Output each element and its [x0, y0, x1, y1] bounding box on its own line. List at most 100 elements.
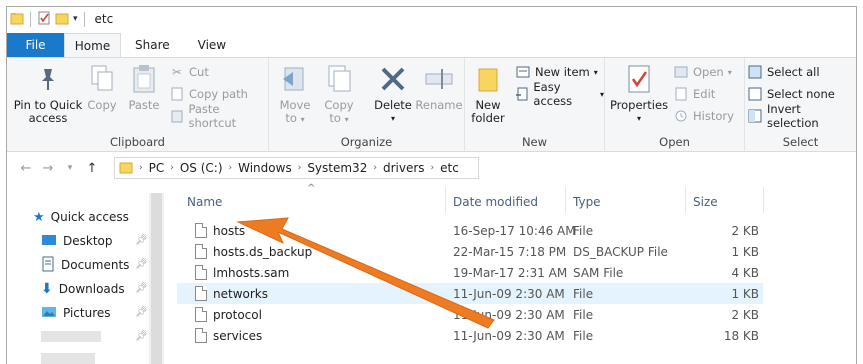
copy-label: Copy — [87, 98, 117, 112]
nav-scroll-thumb[interactable] — [151, 193, 162, 364]
select-all-label: Select all — [767, 65, 820, 79]
nav-pictures[interactable]: Pictures — [41, 303, 111, 323]
nav-scrollbar[interactable] — [149, 193, 164, 364]
table-row[interactable]: services 11-Jun-09 2:30 AM File 18 KB — [177, 325, 763, 346]
file-icon — [195, 286, 207, 301]
breadcrumb-system32[interactable]: System32 — [307, 161, 367, 175]
pin-to-quick-access-button[interactable]: Pin to Quick access — [13, 62, 83, 125]
new-item-button[interactable]: New item ▾ — [515, 62, 598, 82]
paste-shortcut-button[interactable]: Paste shortcut — [169, 102, 268, 130]
select-none-icon — [747, 86, 763, 102]
open-group: Properties ▾ Open ▾ Edit History Open — [605, 58, 745, 151]
back-arrow-icon[interactable]: ← — [15, 161, 37, 176]
properties-quick-icon[interactable] — [37, 11, 51, 28]
table-row[interactable]: hosts.ds_backup 22-Mar-15 7:18 PM DS_BAC… — [177, 241, 763, 262]
clipboard-group-label: Clipboard — [110, 135, 165, 149]
nav-desktop[interactable]: Desktop — [41, 231, 113, 251]
nav-downloads-label: Downloads — [58, 282, 125, 296]
invert-selection-label: Invert selection — [766, 102, 819, 130]
navigation-pane: ★ Quick access Desktop 📌︎ Documents 📌︎ ⬇… — [7, 183, 167, 364]
up-arrow-icon[interactable]: ↑ — [81, 161, 103, 176]
customize-quick-access-icon[interactable]: ▾ — [73, 14, 78, 24]
new-group: New folder New item ▾ Easy access ▾ New — [465, 58, 605, 151]
copy-to-icon — [322, 62, 356, 96]
file-size: 1 KB — [731, 244, 759, 259]
table-row[interactable]: networks 11-Jun-09 2:30 AM File 1 KB — [177, 283, 763, 304]
properties-label: Properties — [609, 98, 669, 112]
file-size: 2 KB — [731, 223, 759, 238]
copy-icon — [85, 62, 119, 96]
properties-button[interactable]: Properties ▾ — [609, 62, 669, 125]
pin-icon[interactable]: 📌︎ — [135, 331, 148, 342]
tab-view[interactable]: View — [184, 33, 240, 57]
table-row[interactable]: hosts 16-Sep-17 10:46 AM File 2 KB — [177, 220, 763, 241]
cut-label: Cut — [189, 65, 209, 79]
breadcrumb-folder-icon — [119, 160, 133, 177]
file-list: ^ Name Date modified Type Size hosts 16-… — [177, 183, 856, 364]
delete-label: Delete — [374, 98, 412, 112]
file-name: protocol — [213, 307, 262, 322]
tab-file[interactable]: File — [7, 33, 64, 57]
copy-to-label-2: to — [329, 111, 341, 125]
cut-button[interactable]: ✂ Cut — [169, 62, 209, 82]
table-row[interactable]: protocol 11-Jun-09 2:30 AM File 2 KB — [177, 304, 763, 325]
pin-icon[interactable]: 📌︎ — [135, 283, 148, 294]
breadcrumb-drivers[interactable]: drivers — [383, 161, 425, 175]
recent-chevron-down-icon[interactable]: ▾ — [59, 163, 81, 173]
easy-access-button[interactable]: Easy access ▾ — [515, 80, 604, 108]
breadcrumb-os-c[interactable]: OS (C:) — [180, 161, 223, 175]
breadcrumb[interactable]: › PC › OS (C:) › Windows › System32 › dr… — [114, 157, 479, 179]
select-none-button[interactable]: Select none — [747, 84, 835, 104]
rename-button[interactable]: Rename — [415, 62, 463, 112]
file-name: lmhosts.sam — [213, 265, 290, 280]
tab-share[interactable]: Share — [121, 33, 184, 57]
select-all-button[interactable]: Select all — [747, 62, 820, 82]
copy-to-button[interactable]: Copy to ▾ — [321, 62, 357, 126]
organize-group: Move to ▾ Copy to ▾ Delete ▾ Rename Orga… — [269, 58, 465, 151]
select-none-label: Select none — [767, 87, 835, 101]
nav-downloads[interactable]: ⬇ Downloads — [41, 279, 125, 299]
file-name: hosts.ds_backup — [213, 244, 313, 259]
new-item-icon — [515, 64, 531, 80]
pin-icon[interactable]: 📌︎ — [135, 259, 148, 270]
forward-arrow-icon[interactable]: → — [37, 161, 59, 176]
column-header-date-modified[interactable]: Date modified — [453, 191, 538, 213]
edit-button[interactable]: Edit — [673, 84, 715, 104]
column-header-type[interactable]: Type — [573, 191, 601, 213]
file-type: SAM File — [573, 265, 624, 280]
breadcrumb-pc[interactable]: PC — [149, 161, 165, 175]
pin-icon[interactable]: 📌︎ — [135, 307, 148, 318]
breadcrumb-windows[interactable]: Windows — [238, 161, 292, 175]
move-to-button[interactable]: Move to ▾ — [277, 62, 313, 126]
tab-home[interactable]: Home — [64, 33, 121, 57]
table-row[interactable]: lmhosts.sam 19-Mar-17 2:31 AM SAM File 4… — [177, 262, 763, 283]
file-size: 4 KB — [731, 265, 759, 280]
organize-group-label: Organize — [340, 135, 393, 149]
rename-icon — [422, 62, 456, 96]
new-folder-quick-icon[interactable] — [55, 11, 69, 28]
copy-button[interactable]: Copy — [85, 62, 119, 112]
sort-ascending-icon: ^ — [307, 183, 316, 194]
window-title: etc — [94, 12, 114, 26]
pin-icon — [31, 62, 65, 96]
nav-documents[interactable]: Documents — [41, 255, 129, 275]
history-button[interactable]: History — [673, 106, 734, 126]
file-date: 22-Mar-15 7:18 PM — [453, 244, 567, 259]
delete-button[interactable]: Delete ▾ — [373, 62, 413, 125]
copy-path-button[interactable]: Copy path — [169, 84, 248, 104]
clipboard-icon — [127, 62, 161, 96]
pin-icon[interactable]: 📌︎ — [135, 235, 148, 246]
ribbon: Pin to Quick access Copy Paste ✂ Cut Cop… — [7, 57, 856, 152]
copy-path-label: Copy path — [189, 87, 248, 101]
new-folder-button[interactable]: New folder — [471, 62, 505, 125]
invert-selection-button[interactable]: Invert selection — [747, 102, 856, 130]
breadcrumb-etc[interactable]: etc — [440, 161, 459, 175]
column-header-name[interactable]: Name — [187, 191, 222, 213]
nav-pictures-label: Pictures — [63, 306, 111, 320]
column-header-size[interactable]: Size — [693, 191, 718, 213]
nav-quick-access[interactable]: ★ Quick access — [33, 207, 129, 227]
paste-label: Paste — [128, 98, 160, 112]
open-button[interactable]: Open ▾ — [673, 62, 732, 82]
file-size: 2 KB — [731, 307, 759, 322]
paste-button[interactable]: Paste — [127, 62, 161, 112]
